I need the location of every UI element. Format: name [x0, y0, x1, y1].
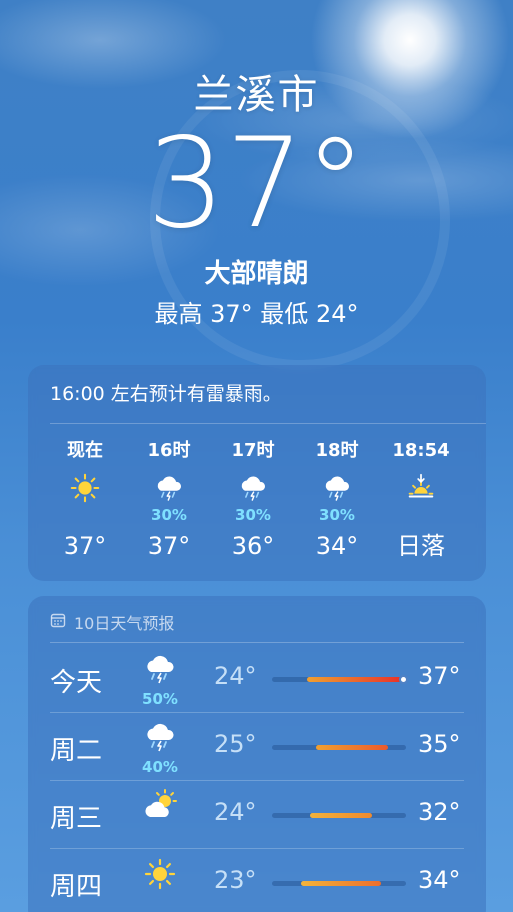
- hourly-item: 17时 30% 36°: [218, 437, 288, 563]
- sun-icon: [50, 469, 120, 505]
- high-temperature: 32°: [418, 798, 461, 826]
- hour-temperature: 日落: [397, 532, 445, 560]
- hourly-item: 18:54 日落: [386, 437, 456, 563]
- precipitation-chance: 30%: [319, 506, 355, 524]
- divider: [50, 642, 464, 643]
- precipitation-chance: [386, 505, 456, 525]
- precipitation-chance: 30%: [235, 506, 271, 524]
- hour-temperature: 3: [470, 529, 486, 563]
- low-temperature: 24°: [214, 662, 257, 690]
- temperature-range-bar: [307, 677, 401, 682]
- temperature-range-track: [272, 745, 406, 750]
- divider: [50, 712, 464, 713]
- day-name: 周三: [50, 804, 103, 834]
- hour-temperature: 34°: [315, 532, 359, 560]
- low-temperature: 25°: [214, 730, 257, 758]
- hour-label: 18时: [315, 440, 359, 461]
- thunderstorm-icon: [302, 469, 372, 505]
- thunderstorm-icon: [140, 718, 180, 758]
- partly-cloudy-icon: [140, 786, 180, 826]
- high-temperature: 37°: [418, 662, 461, 690]
- hour-temperature: 37°: [63, 532, 107, 560]
- precipitation-chance: [470, 505, 486, 525]
- hourly-strip[interactable]: 现在 37° 16时 30% 37° 17时 30% 36° 18时 30% 3…: [28, 437, 486, 577]
- hour-label: 18:54: [392, 440, 450, 461]
- precipitation-chance: 30%: [151, 506, 187, 524]
- current-temperature: 37°: [146, 112, 367, 256]
- temperature-range-bar: [301, 881, 381, 886]
- temperature-range-track: [272, 675, 408, 684]
- precipitation-chance: 40%: [142, 758, 178, 776]
- calendar-icon: [50, 612, 66, 632]
- high-low-text: 最高 37° 最低 24°: [154, 300, 359, 328]
- temperature-range-bar: [310, 813, 372, 818]
- forecast-header: 10日天气预报: [50, 610, 174, 634]
- day-row[interactable]: 周二 40% 25° 35°: [28, 714, 486, 782]
- temperature-range-track: [272, 881, 406, 886]
- high-temperature: 34°: [418, 866, 461, 894]
- blank-icon: [470, 469, 486, 505]
- precipitation-chance: 50%: [142, 690, 178, 708]
- hour-temperature: 36°: [231, 532, 275, 560]
- divider: [50, 423, 486, 424]
- day-row[interactable]: 周三 24° 32°: [28, 782, 486, 850]
- hour-label: 现在: [67, 440, 103, 461]
- hourly-item: 18时 30% 34°: [302, 437, 372, 563]
- day-row[interactable]: 今天 50% 24° 37°: [28, 646, 486, 714]
- divider: [50, 780, 464, 781]
- precipitation-chance: [50, 505, 120, 525]
- hourly-item: 现在 37°: [50, 437, 120, 563]
- ten-day-forecast-card[interactable]: 10日天气预报 今天 50% 24° 37° 周二 40% 25° 35° 周三…: [28, 596, 486, 912]
- current-temp-marker: [399, 675, 408, 684]
- hour-label: 16时: [147, 440, 191, 461]
- thunderstorm-icon: [218, 469, 288, 505]
- low-temperature: 23°: [214, 866, 257, 894]
- sun-icon: [140, 854, 180, 894]
- day-name: 周二: [50, 736, 103, 766]
- hourly-forecast-card[interactable]: 16:00 左右预计有雷暴雨。 现在 37° 16时 30% 37° 17时 3…: [28, 365, 486, 581]
- high-temperature: 35°: [418, 730, 461, 758]
- day-row[interactable]: 周四 23° 34°: [28, 850, 486, 912]
- temperature-range-bar: [316, 745, 388, 750]
- low-temperature: 24°: [214, 798, 257, 826]
- hourly-item: 16时 30% 37°: [134, 437, 204, 563]
- hour-label: 1: [470, 437, 486, 465]
- thunderstorm-icon: [134, 469, 204, 505]
- hourly-note: 16:00 左右预计有雷暴雨。: [50, 383, 282, 405]
- temperature-range-track: [272, 813, 406, 818]
- hour-temperature: 37°: [147, 532, 191, 560]
- day-name: 今天: [50, 668, 103, 698]
- day-name: 周四: [50, 872, 103, 902]
- hourly-item: 1 3: [470, 437, 486, 563]
- forecast-title: 10日天气预报: [74, 614, 175, 633]
- thunderstorm-icon: [140, 650, 180, 690]
- condition-text: 大部晴朗: [204, 259, 309, 289]
- hour-label: 17时: [231, 440, 275, 461]
- divider: [50, 848, 464, 849]
- sunset-icon: [386, 469, 456, 505]
